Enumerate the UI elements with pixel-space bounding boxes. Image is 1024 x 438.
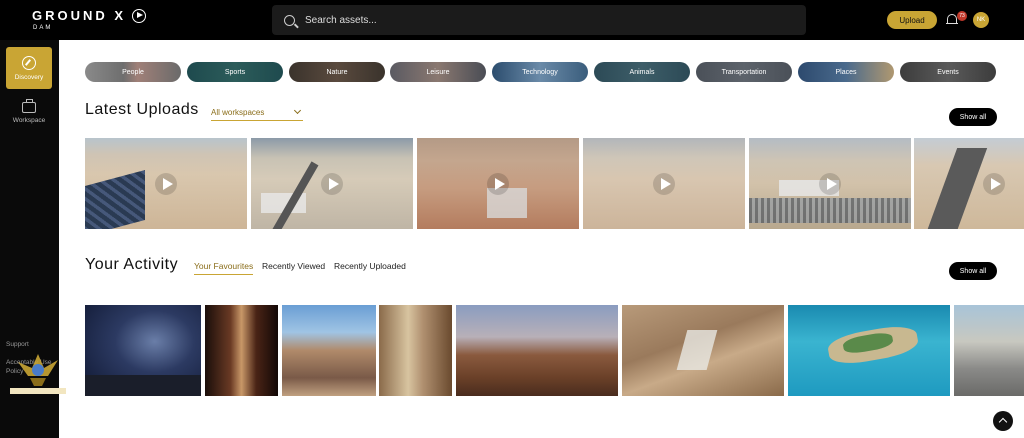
activity-image[interactable] [85, 305, 201, 396]
watermark-logo [10, 354, 66, 394]
avatar[interactable]: NK [973, 12, 989, 28]
category-pill-sports[interactable]: Sports [187, 62, 283, 82]
upload-thumbnail[interactable] [749, 138, 911, 229]
sidebar-item-workspace[interactable]: Workspace [6, 92, 52, 134]
activity-image[interactable] [954, 305, 1024, 396]
upload-thumbnail[interactable] [251, 138, 413, 229]
sidebar-item-label: Workspace [12, 117, 46, 124]
search-icon [284, 14, 295, 26]
notification-badge: 73 [957, 11, 967, 21]
play-icon [653, 172, 675, 195]
activity-image[interactable] [456, 305, 618, 396]
upload-thumbnail[interactable] [583, 138, 745, 229]
workspace-select[interactable]: All workspaces [211, 104, 303, 121]
play-circle-icon [132, 8, 147, 23]
upload-thumbnail[interactable] [914, 138, 1024, 229]
latest-show-all-button[interactable]: Show all [949, 108, 997, 126]
activity-image[interactable] [788, 305, 950, 396]
scroll-to-top-button[interactable] [993, 411, 1013, 431]
workspace-select-value: All workspaces [211, 107, 265, 117]
play-icon [487, 172, 509, 195]
top-bar: GROUND X DAM Upload 73 NK [0, 0, 1024, 40]
briefcase-icon [22, 99, 36, 113]
upload-thumbnail[interactable] [85, 138, 247, 229]
brand-logo[interactable]: GROUND X DAM [32, 8, 147, 31]
category-pill-people[interactable]: People [85, 62, 181, 82]
play-icon [155, 172, 177, 195]
activity-image[interactable] [379, 305, 452, 396]
latest-uploads-title: Latest Uploads [85, 101, 199, 118]
category-pill-leisure[interactable]: Leisure [390, 62, 486, 82]
brand-sub: DAM [33, 25, 53, 31]
sidebar-item-discovery[interactable]: Discovery [6, 47, 52, 89]
compass-icon [22, 55, 36, 70]
play-icon [819, 172, 841, 195]
upload-thumbnail[interactable] [417, 138, 579, 229]
category-pill-animals[interactable]: Animals [594, 62, 690, 82]
tab-your-favourites[interactable]: Your Favourites [194, 261, 254, 275]
tab-recently-uploaded[interactable]: Recently Uploaded [334, 261, 406, 274]
category-pill-nature[interactable]: Nature [289, 62, 385, 82]
activity-image[interactable] [622, 305, 784, 396]
activity-image[interactable] [205, 305, 278, 396]
category-pill-events[interactable]: Events [900, 62, 996, 82]
search-input[interactable] [305, 14, 785, 26]
tab-recently-viewed[interactable]: Recently Viewed [262, 261, 325, 274]
play-icon [983, 172, 1005, 195]
category-pill-technology[interactable]: Technology [492, 62, 588, 82]
your-activity-title: Your Activity [85, 256, 179, 273]
play-icon [321, 172, 343, 195]
activity-image[interactable] [282, 305, 376, 396]
search-bar [272, 5, 806, 35]
upload-button[interactable]: Upload [887, 11, 937, 29]
sidebar-item-label: Discovery [14, 73, 44, 81]
chevron-down-icon [293, 106, 302, 115]
category-pill-places[interactable]: Places [798, 62, 894, 82]
category-pill-transportation[interactable]: Transportation [696, 62, 792, 82]
activity-show-all-button[interactable]: Show all [949, 262, 997, 280]
brand-name: GROUND X [32, 8, 127, 23]
